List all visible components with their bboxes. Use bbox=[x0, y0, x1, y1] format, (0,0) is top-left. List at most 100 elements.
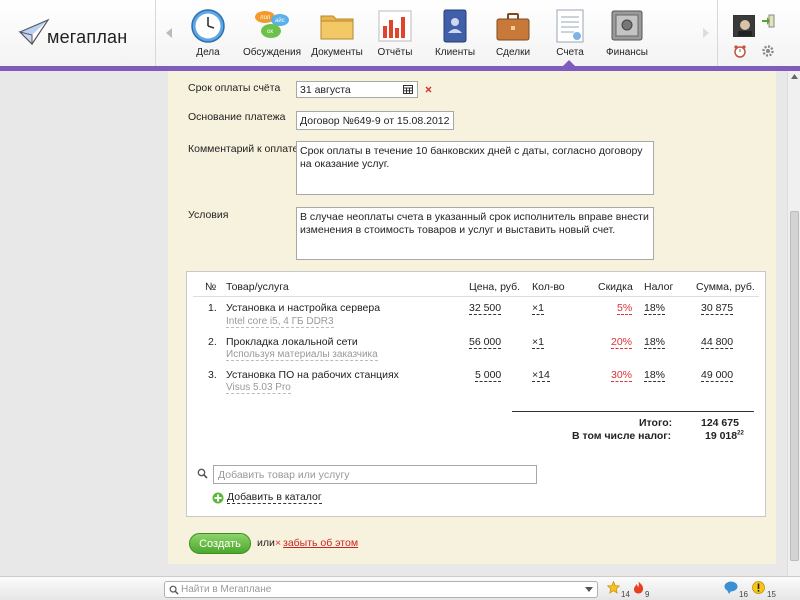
col-header-item: Товар/услуга bbox=[226, 281, 289, 293]
nav-item-discussions[interactable]: лол айс ок Обсуждения bbox=[240, 4, 304, 62]
fire-icon[interactable] bbox=[633, 581, 644, 594]
col-header-price: Цена, руб. bbox=[469, 281, 521, 293]
alert-count: 15 bbox=[767, 590, 776, 599]
alert-icon[interactable] bbox=[752, 581, 765, 594]
nav-item-documents[interactable]: Документы bbox=[309, 4, 365, 62]
payment-basis-field[interactable]: Договор №649-9 от 15.08.2012 bbox=[296, 111, 454, 130]
tax-included-label: В том числе налог: bbox=[572, 430, 672, 442]
tax-rubles: 19 018 bbox=[705, 430, 738, 442]
item-discount[interactable]: 30% bbox=[611, 369, 633, 382]
item-qty[interactable]: ×1 bbox=[532, 302, 544, 315]
user-avatar[interactable] bbox=[733, 15, 755, 37]
item-name[interactable]: Прокладка локальной сети bbox=[226, 336, 358, 348]
item-price[interactable]: 5 000 bbox=[475, 369, 502, 382]
item-description[interactable]: Используя материалы заказчика bbox=[226, 349, 378, 361]
scroll-up-icon[interactable] bbox=[791, 74, 798, 79]
item-tax[interactable]: 18% bbox=[644, 336, 666, 349]
total-label: Итого: bbox=[639, 417, 673, 429]
clear-date-icon[interactable] bbox=[425, 86, 432, 93]
nav-item-finances[interactable]: Финансы bbox=[602, 4, 652, 62]
invoice-items-table: № Товар/услуга Цена, руб. Кол-во Скидка … bbox=[186, 271, 766, 517]
col-header-discount: Скидка bbox=[598, 281, 633, 293]
nav-item-clients[interactable]: Клиенты bbox=[430, 4, 480, 62]
row-number: 3. bbox=[208, 369, 217, 381]
fire-count: 9 bbox=[645, 590, 650, 599]
calendar-icon[interactable] bbox=[403, 85, 413, 94]
logo-text: мегаплан bbox=[47, 27, 128, 47]
gear-icon[interactable] bbox=[761, 44, 775, 58]
global-search-input[interactable]: Найти в Мегаплане bbox=[164, 581, 598, 598]
forget-link[interactable]: забыть об этом bbox=[283, 537, 358, 549]
alarm-clock-icon[interactable] bbox=[733, 44, 747, 58]
nav-item-tasks[interactable]: Дела bbox=[183, 4, 233, 62]
due-date-field[interactable]: 31 августа bbox=[296, 81, 418, 98]
add-item-search-input[interactable]: Добавить товар или услугу bbox=[213, 465, 537, 484]
chevron-left-icon bbox=[166, 28, 172, 38]
app-window: мегаплан Дела лол айс ок Обсуждения Доку… bbox=[0, 0, 800, 600]
star-icon[interactable] bbox=[607, 581, 620, 594]
item-price[interactable]: 56 000 bbox=[469, 336, 502, 349]
nav-label: Клиенты bbox=[434, 47, 476, 58]
safe-icon bbox=[611, 10, 643, 41]
chat-count: 16 bbox=[739, 590, 748, 599]
bottom-bar: Найти в Мегаплане 14 9 16 15 bbox=[0, 576, 800, 600]
col-header-sum: Сумма, руб. bbox=[696, 281, 755, 293]
nav-item-reports[interactable]: Отчёты bbox=[370, 4, 420, 62]
item-tax[interactable]: 18% bbox=[644, 369, 666, 382]
item-qty[interactable]: ×14 bbox=[532, 369, 550, 382]
nav-label: Обсуждения bbox=[242, 47, 302, 58]
header-divider bbox=[193, 296, 759, 297]
nav-label: Документы bbox=[311, 47, 363, 58]
totals-divider bbox=[512, 411, 754, 412]
speech-bubbles-icon: лол айс ок bbox=[255, 11, 289, 38]
item-sum[interactable]: 49 000 bbox=[701, 369, 734, 382]
nav-item-deals[interactable]: Сделки bbox=[488, 4, 538, 62]
item-tax[interactable]: 18% bbox=[644, 302, 666, 315]
item-name[interactable]: Установка ПО на рабочих станциях bbox=[226, 369, 399, 381]
megaplan-logo[interactable]: мегаплан bbox=[18, 18, 143, 50]
col-header-qty: Кол-во bbox=[532, 281, 565, 293]
add-to-catalog-label: Добавить в каталог bbox=[227, 491, 322, 504]
due-date-value: 31 августа bbox=[300, 84, 351, 96]
nav-label: Сделки bbox=[495, 47, 531, 58]
chat-icon[interactable] bbox=[724, 581, 738, 594]
user-photo bbox=[734, 16, 754, 36]
item-description[interactable]: Intel core i5, 4 ГБ DDR3 bbox=[226, 316, 334, 328]
invoice-form: Срок оплаты счёта 31 августа Основание п… bbox=[168, 71, 776, 564]
item-description[interactable]: Visus 5.03 Pro bbox=[226, 382, 291, 394]
nav-scroll-right-button[interactable] bbox=[700, 26, 712, 40]
item-discount[interactable]: 5% bbox=[617, 302, 633, 315]
item-sum[interactable]: 30 875 bbox=[701, 302, 734, 315]
item-discount[interactable]: 20% bbox=[611, 336, 633, 349]
total-value: 124 675 bbox=[701, 417, 739, 429]
logout-icon[interactable] bbox=[761, 14, 775, 28]
chevron-right-icon bbox=[703, 28, 709, 38]
search-icon bbox=[169, 585, 179, 595]
dropdown-arrow-icon[interactable] bbox=[585, 587, 593, 592]
payment-comment-field[interactable]: Срок оплаты в течение 10 банковских дней… bbox=[296, 141, 654, 195]
item-sum[interactable]: 44 800 bbox=[701, 336, 734, 349]
row-number: 2. bbox=[208, 336, 217, 348]
item-qty[interactable]: ×1 bbox=[532, 336, 544, 349]
paper-plane-logo-icon bbox=[18, 18, 50, 46]
scroll-thumb[interactable] bbox=[790, 211, 799, 561]
item-name[interactable]: Установка и настройка сервера bbox=[226, 302, 380, 314]
briefcase-icon bbox=[496, 13, 530, 41]
global-search-placeholder: Найти в Мегаплане bbox=[181, 584, 272, 595]
bubble-text: ок bbox=[267, 29, 273, 35]
payment-comment-label: Комментарий к оплате bbox=[188, 143, 299, 155]
nav-scroll-left-button[interactable] bbox=[163, 26, 175, 40]
payment-basis-label: Основание платежа bbox=[188, 111, 286, 123]
nav-label: Счета bbox=[556, 47, 584, 58]
star-count: 14 bbox=[621, 590, 630, 599]
search-icon bbox=[197, 468, 208, 479]
nav-label: Финансы bbox=[606, 47, 648, 58]
terms-field[interactable]: В случае неоплаты счета в указанный срок… bbox=[296, 207, 654, 260]
vertical-scrollbar[interactable] bbox=[787, 71, 800, 576]
bar-chart-icon bbox=[378, 10, 412, 42]
forget-mark: × bbox=[275, 537, 282, 549]
nav-item-invoices[interactable]: Счета bbox=[546, 4, 594, 62]
item-price[interactable]: 32 500 bbox=[469, 302, 502, 315]
bubble-text: лол bbox=[260, 15, 271, 21]
create-button[interactable]: Создать bbox=[189, 533, 251, 554]
